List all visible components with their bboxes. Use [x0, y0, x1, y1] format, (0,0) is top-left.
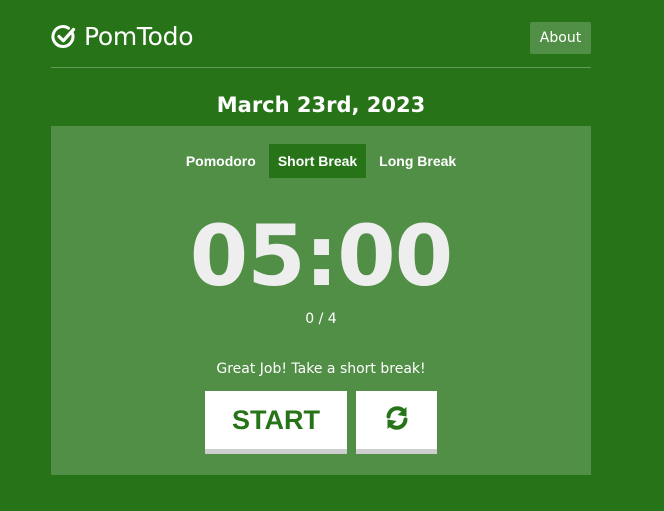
check-circle-icon [51, 24, 77, 50]
start-button[interactable]: START [205, 391, 347, 449]
about-button[interactable]: About [530, 22, 591, 54]
timer-display: 05:00 [189, 207, 453, 305]
app-name: PomTodo [84, 22, 194, 51]
header: PomTodo About [51, 20, 591, 68]
status-message: Great Job! Take a short break! [216, 361, 426, 377]
pomodoro-count: 0 / 4 [305, 311, 337, 327]
timer-controls: START [205, 391, 437, 449]
date-heading: March 23rd, 2023 [216, 93, 426, 117]
tab-long-break[interactable]: Long Break [370, 144, 465, 178]
tab-short-break[interactable]: Short Break [268, 144, 367, 178]
tab-pomodoro[interactable]: Pomodoro [177, 144, 265, 178]
refresh-icon [383, 404, 411, 436]
logo[interactable]: PomTodo [51, 22, 194, 51]
timer-card: Pomodoro Short Break Long Break 05:00 0 … [51, 126, 591, 475]
reset-button[interactable] [356, 391, 437, 449]
mode-tabs: Pomodoro Short Break Long Break [51, 144, 591, 178]
